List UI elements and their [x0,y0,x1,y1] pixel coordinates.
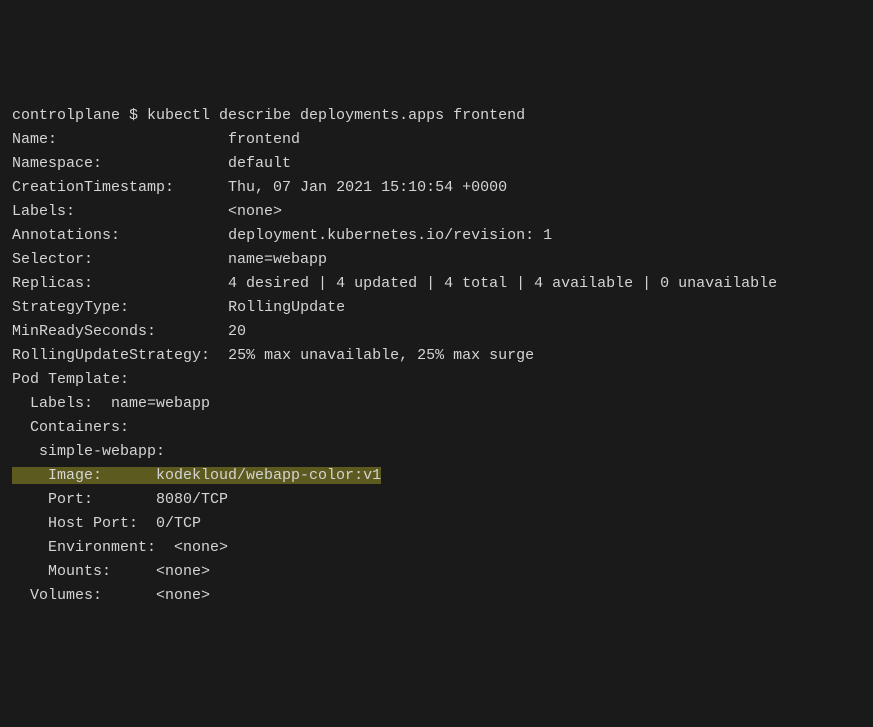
field-namespace: Namespace: default [12,155,291,172]
field-selector: Selector: name=webapp [12,251,327,268]
field-minready: MinReadySeconds: 20 [12,323,246,340]
field-hostport: Host Port: 0/TCP [12,515,201,532]
field-container-name: simple-webapp: [12,443,165,460]
field-image: Image: kodekloud/webapp-color:v1 [12,467,381,484]
field-annotations: Annotations: deployment.kubernetes.io/re… [12,227,552,244]
field-strategy: StrategyType: RollingUpdate [12,299,345,316]
field-replicas: Replicas: 4 desired | 4 updated | 4 tota… [12,275,777,292]
prompt: controlplane $ [12,107,147,124]
field-containers: Containers: [12,419,129,436]
field-rollingupdate: RollingUpdateStrategy: 25% max unavailab… [12,347,534,364]
field-environment: Environment: <none> [12,539,228,556]
terminal-output[interactable]: controlplane $ kubectl describe deployme… [0,96,873,607]
field-port: Port: 8080/TCP [12,491,228,508]
command-line: controlplane $ kubectl describe deployme… [12,107,525,124]
field-podlabels: Labels: name=webapp [12,395,210,412]
field-creation: CreationTimestamp: Thu, 07 Jan 2021 15:1… [12,179,507,196]
command-text: kubectl describe deployments.apps fronte… [147,107,525,124]
field-podtemplate: Pod Template: [12,371,129,388]
field-volumes: Volumes: <none> [12,587,210,604]
field-name: Name: frontend [12,131,300,148]
field-labels: Labels: <none> [12,203,282,220]
field-mounts: Mounts: <none> [12,563,210,580]
